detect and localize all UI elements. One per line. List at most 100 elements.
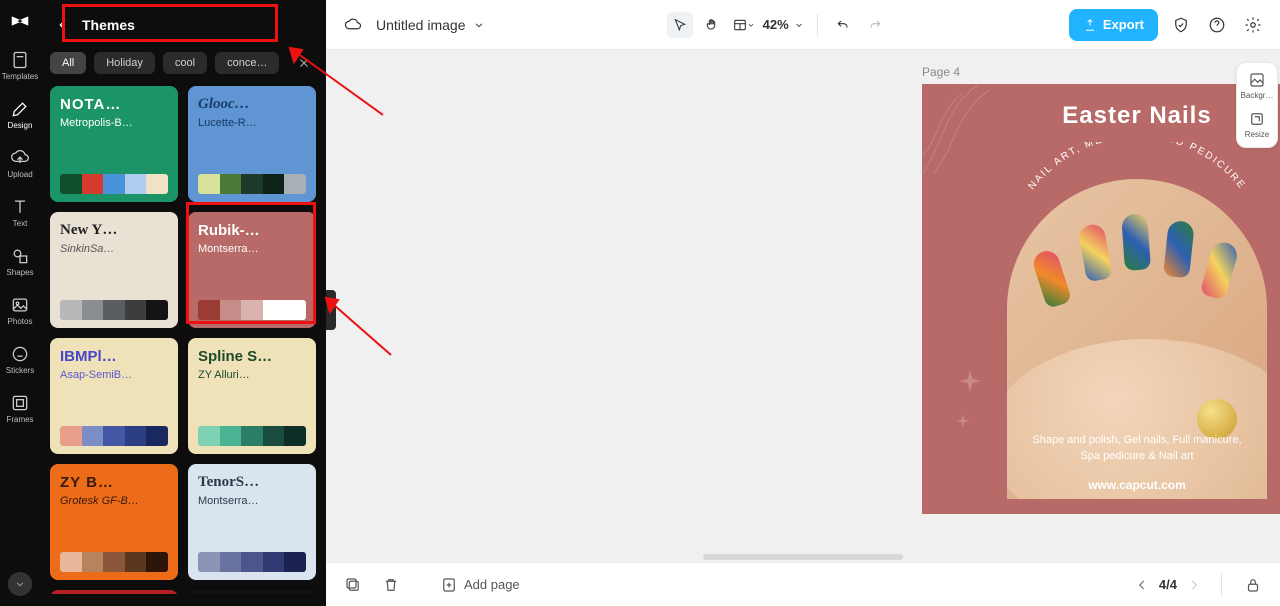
hand-tool[interactable]: [699, 12, 725, 38]
chip-all[interactable]: All: [50, 52, 86, 74]
theme-card[interactable]: New Y… SinkinSa…: [50, 212, 178, 328]
pager-text: 4/4: [1159, 577, 1177, 592]
sparkle-icon: [955, 413, 971, 429]
sparkle-icon: [957, 368, 983, 394]
canvas[interactable]: Page 4 Easter Nails NAIL ART, MENICURE A…: [326, 50, 1280, 562]
resize-icon: [1248, 110, 1266, 128]
theme-swatches: [60, 552, 168, 572]
main-area: Untitled image 42% Export Page 4: [326, 0, 1280, 606]
text-icon: [10, 197, 30, 217]
help-icon[interactable]: [1204, 12, 1230, 38]
rail-stickers[interactable]: Stickers: [0, 344, 40, 375]
theme-swatches: [60, 300, 168, 320]
chip-holiday[interactable]: Holiday: [94, 52, 155, 74]
rail-upload[interactable]: Upload: [0, 148, 40, 179]
theme-swatches: [198, 174, 306, 194]
design-icon: [10, 99, 30, 119]
theme-font-primary: NOTA…: [60, 96, 168, 113]
shield-icon[interactable]: [1168, 12, 1194, 38]
annotation-arrow: [316, 290, 396, 365]
doc-title[interactable]: Untitled image: [376, 17, 486, 33]
theme-font-primary: TenorS…: [198, 474, 306, 491]
add-page-label: Add page: [464, 577, 520, 592]
background-label: Backgr…: [1241, 91, 1274, 100]
theme-card[interactable]: NOTA…Metropolis-B…: [50, 86, 178, 202]
shapes-icon: [10, 246, 30, 266]
theme-swatches: [60, 174, 168, 194]
theme-card[interactable]: ZY B… Grotesk GF-B…: [50, 464, 178, 580]
resize-label: Resize: [1245, 130, 1269, 139]
theme-font-primary: New Y…: [60, 222, 168, 239]
theme-font-primary: Spline S…: [198, 348, 306, 365]
cloud-sync-icon[interactable]: [340, 12, 366, 38]
rail-photos[interactable]: Photos: [0, 295, 40, 326]
theme-font-primary: ZY B…: [60, 474, 168, 491]
left-rail: Templates Design Upload Text Shapes Phot…: [0, 0, 40, 606]
theme-swatches: [198, 552, 306, 572]
theme-grid: NOTA…Metropolis-B…Glooc…Lucette-R…New Y……: [50, 86, 316, 594]
chevron-down-icon: [793, 19, 805, 31]
rail-label: Frames: [6, 415, 33, 424]
background-button[interactable]: Backgr…: [1241, 71, 1274, 100]
pager-prev[interactable]: [1133, 576, 1151, 594]
design-page[interactable]: Easter Nails NAIL ART, MENICURE AND PEDI…: [922, 84, 1280, 514]
templates-icon: [10, 50, 30, 70]
delete-icon[interactable]: [378, 572, 404, 598]
add-page-icon: [440, 576, 458, 594]
rail-label: Text: [13, 219, 28, 228]
rail-design[interactable]: Design: [0, 99, 40, 130]
annotation-box: [62, 4, 278, 42]
rail-shapes[interactable]: Shapes: [0, 246, 40, 277]
chevron-down-icon: [472, 18, 486, 32]
theme-card[interactable]: IBMPl…Asap-SemiB…: [50, 338, 178, 454]
page-description: Shape and polish, Gel nails, Full manicu…: [922, 433, 1280, 464]
zoom-value: 42%: [763, 17, 789, 32]
theme-font-secondary: SinkinSa…: [60, 243, 168, 255]
stickers-icon: [10, 344, 30, 364]
theme-font-secondary: ZY Alluri…: [198, 369, 306, 381]
layers-icon[interactable]: [340, 572, 366, 598]
undo-button[interactable]: [830, 12, 856, 38]
theme-font-secondary: Grotesk GF-B…: [60, 495, 168, 507]
add-page-button[interactable]: Add page: [440, 576, 520, 594]
doc-title-text: Untitled image: [376, 17, 466, 33]
theme-swatches: [60, 426, 168, 446]
horizontal-scrollbar[interactable]: [703, 554, 903, 560]
redo-button[interactable]: [862, 12, 888, 38]
chip-concept[interactable]: conce…: [215, 52, 279, 74]
rail-text[interactable]: Text: [0, 197, 40, 228]
annotation-box: [186, 202, 316, 324]
page-header: Page 4: [922, 62, 1280, 82]
page-label: Page 4: [922, 65, 1280, 79]
chip-row: All Holiday cool conce…: [50, 48, 316, 78]
rail-templates[interactable]: Templates: [0, 50, 40, 81]
theme-card[interactable]: Antonio-Bold: [50, 590, 178, 594]
theme-card[interactable]: Spline S… ZY Alluri…: [188, 338, 316, 454]
export-icon: [1083, 18, 1097, 32]
pager: 4/4: [1133, 576, 1203, 594]
rail-label: Shapes: [6, 268, 33, 277]
layout-tool[interactable]: [731, 12, 757, 38]
upload-icon: [10, 148, 30, 168]
pager-next[interactable]: [1185, 576, 1203, 594]
capcut-logo[interactable]: [9, 10, 31, 32]
rail-label: Design: [8, 121, 33, 130]
settings-icon[interactable]: [1240, 12, 1266, 38]
background-icon: [1248, 71, 1266, 89]
lock-icon[interactable]: [1240, 572, 1266, 598]
resize-button[interactable]: Resize: [1245, 110, 1269, 139]
photos-icon: [10, 295, 30, 315]
rail-label: Upload: [7, 170, 32, 179]
theme-font-secondary: Asap-SemiB…: [60, 369, 168, 381]
leaf-decoration: [922, 84, 1022, 189]
theme-card[interactable]: ZYCHE…: [188, 590, 316, 594]
quick-panel: Backgr… Resize: [1236, 62, 1278, 148]
theme-card[interactable]: TenorS…Montserra…: [188, 464, 316, 580]
export-label: Export: [1103, 17, 1144, 32]
rail-more-button[interactable]: [8, 572, 32, 596]
zoom-dropdown[interactable]: 42%: [763, 17, 805, 32]
rail-frames[interactable]: Frames: [0, 393, 40, 424]
export-button[interactable]: Export: [1069, 9, 1158, 41]
select-tool[interactable]: [667, 12, 693, 38]
chip-cool[interactable]: cool: [163, 52, 207, 74]
